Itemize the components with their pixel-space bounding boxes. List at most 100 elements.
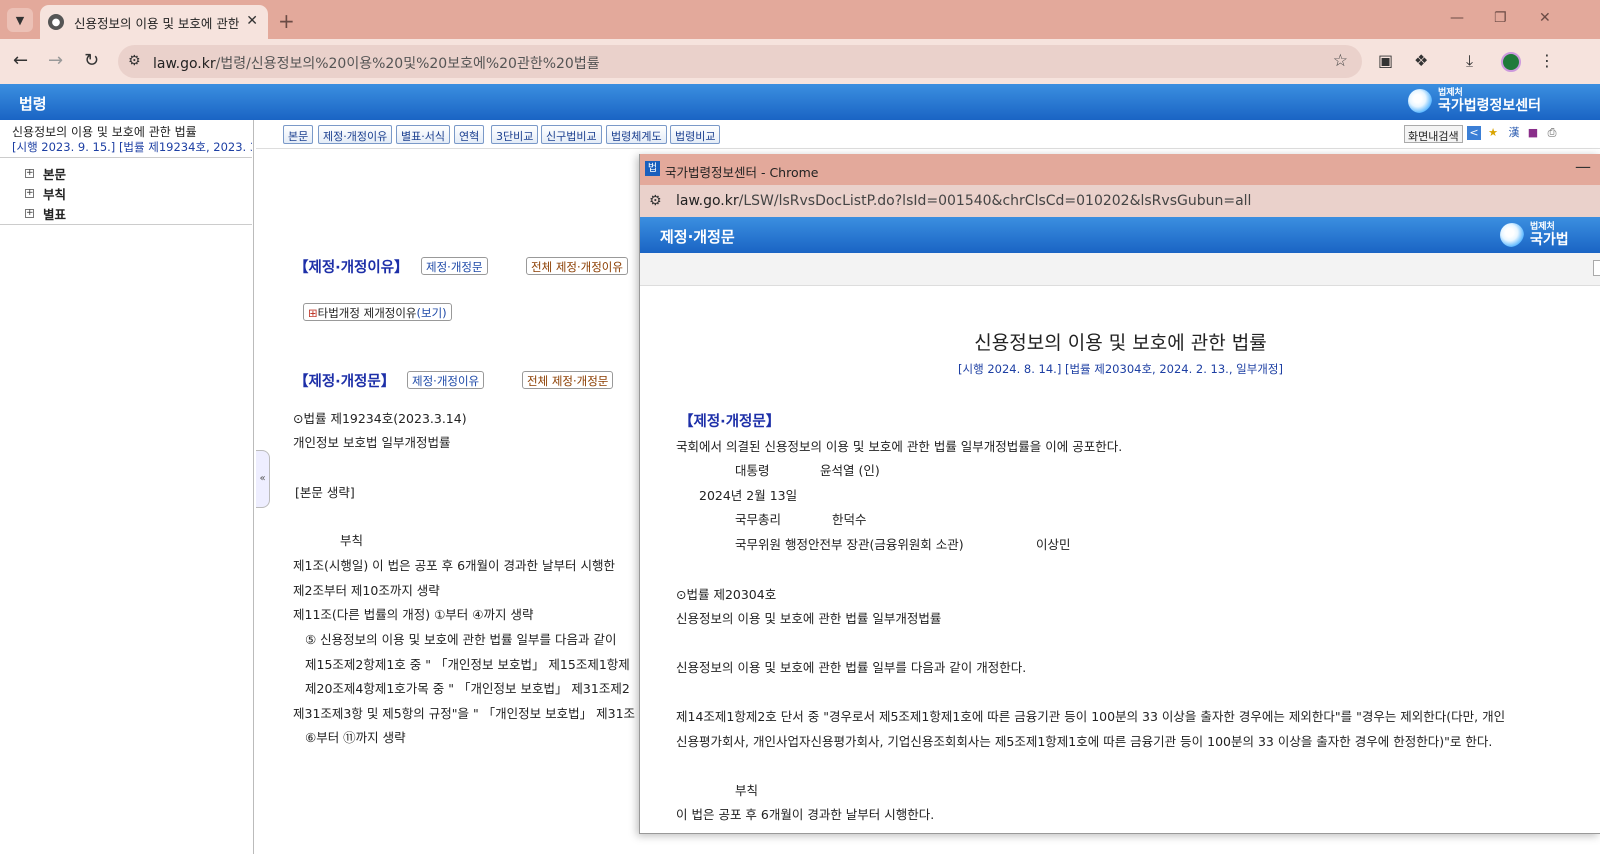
text-line: ⊙법률 제19234호(2023.3.14) <box>293 411 467 426</box>
browser-tab-bar: ▼ ● 신용정보의 이용 및 보호에 관한 ✕ + — ❐ ✕ <box>0 0 1600 39</box>
tab-search-button[interactable]: ▼ <box>7 8 33 32</box>
extensions-puzzle-icon[interactable]: ❖ <box>1414 51 1428 70</box>
restore-icon[interactable]: ❐ <box>1494 10 1507 26</box>
toolbar-reason-button[interactable]: 제정·개정이유 <box>318 125 393 144</box>
toolbar-old-new-compare-button[interactable]: 신구법비교 <box>541 125 602 144</box>
favorite-add-icon[interactable]: ★ <box>1486 126 1500 140</box>
text-line: 제15조제2항제1호 중 " 「개인정보 보호법」 제15조제1항제 <box>305 657 630 672</box>
address-bar[interactable]: ⚙ law.go.kr/법령/신용정보의%20이용%20및%20보호에%20관한… <box>118 45 1362 78</box>
tree-item-label: 별표 <box>43 207 67 222</box>
share-icon[interactable]: < <box>1467 126 1481 140</box>
download-icon[interactable]: ⤓ <box>1466 51 1473 71</box>
url-text[interactable]: law.go.kr/법령/신용정보의%20이용%20및%20보호에%20관한%2… <box>153 53 600 73</box>
text-line: ⑥부터 ⑪까지 생략 <box>305 730 406 745</box>
text-line: 제2조부터 제10조까지 생략 <box>293 583 440 598</box>
popup-search-button[interactable] <box>1593 260 1600 276</box>
all-texts-button[interactable]: 전체 제정·개정문 <box>522 371 614 389</box>
logo-swirl-icon <box>1408 89 1432 113</box>
print-icon[interactable]: ⎙ <box>1545 126 1559 140</box>
popup-url-text[interactable]: law.go.kr/LSW/lsRvsDocListP.do?lsId=0015… <box>676 193 1251 209</box>
site-header: 법령 법제처 국가법령정보센터 <box>0 84 1600 120</box>
screen-search-button[interactable]: 화면내검색 <box>1404 125 1463 143</box>
reload-icon[interactable]: ↻ <box>84 50 99 71</box>
law-title[interactable]: 신용정보의 이용 및 보호에 관한 법률 <box>12 123 197 140</box>
profile-extension-icon[interactable]: ▣ <box>1378 51 1393 70</box>
url-path: /LSW/lsRvsDocListP.do?lsId=001540&chrCls… <box>738 193 1252 209</box>
pm-label: 국무총리 <box>735 512 782 527</box>
forward-arrow-icon[interactable]: → <box>48 50 63 71</box>
close-tab-icon[interactable]: ✕ <box>246 13 258 29</box>
expand-icon[interactable]: + <box>25 169 34 178</box>
logo-big-text: 국가법 <box>1530 232 1569 248</box>
new-tab-icon[interactable]: + <box>278 9 295 33</box>
logo-big-text: 국가법령정보센터 <box>1438 98 1542 114</box>
amendment-text-area: ⊙법률 제19234호(2023.3.14) 개인정보 보호법 일부개정법률 [… <box>256 400 639 854</box>
profile-avatar[interactable] <box>1501 52 1521 72</box>
popup-site-logo[interactable]: 법제처 국가법 <box>1500 222 1569 248</box>
site-info-icon[interactable]: ⚙ <box>649 193 662 209</box>
url-path: /법령/신용정보의%20이용%20및%20보호에%20관한%20법률 <box>215 56 600 72</box>
site-section-title: 법령 <box>19 95 47 113</box>
browser-tab[interactable]: ● 신용정보의 이용 및 보호에 관한 ✕ <box>40 5 268 39</box>
minister-label: 국무위원 행정안전부 장관(금융위원회 소관) <box>735 537 964 552</box>
toolbar-structure-button[interactable]: 법령체계도 <box>606 125 667 144</box>
tree-item-label: 본문 <box>43 167 67 182</box>
hanja-icon[interactable]: 漢 <box>1507 126 1521 140</box>
text-line: 개인정보 보호법 일부개정법률 <box>293 435 451 450</box>
save-icon[interactable]: ■ <box>1526 126 1540 140</box>
text-line: [본문 생략] <box>295 485 355 500</box>
url-host: law.go.kr <box>676 193 739 209</box>
tree-item-body[interactable]: + 본문 <box>25 164 66 183</box>
text-to-reason-button[interactable]: 제정·개정이유 <box>407 371 485 389</box>
site-logo[interactable]: 법제처 국가법령정보센터 <box>1408 88 1541 114</box>
toolbar-body-button[interactable]: 본문 <box>283 125 314 144</box>
popup-site-header: 제정·개정문 법제처 국가법 <box>640 217 1600 253</box>
text-line: 제20조제4항제1호가목 중 " 「개인정보 보호법」 제31조제2 <box>305 681 630 696</box>
reason-to-text-button[interactable]: 제정·개정문 <box>421 257 488 275</box>
other-law-label: 타법개정 제개정이유 <box>317 306 417 320</box>
minimize-icon[interactable]: — <box>1450 10 1464 26</box>
toolbar-history-button[interactable]: 연혁 <box>454 125 485 144</box>
popup-window-title: 국가법령정보센터 - Chrome <box>665 165 819 180</box>
expand-icon[interactable]: + <box>25 189 34 198</box>
law-name: 신용정보의 이용 및 보호에 관한 법률 일부개정법률 <box>676 611 942 626</box>
url-host: law.go.kr <box>153 56 216 72</box>
toolbar-law-compare-button[interactable]: 법령비교 <box>670 125 721 144</box>
promulgation-text: 국회에서 의결된 신용정보의 이용 및 보호에 관한 법률 일부개정법률을 이에… <box>676 439 1123 454</box>
site-info-icon[interactable]: ⚙ <box>128 53 141 69</box>
tree-item-supplementary[interactable]: + 부칙 <box>25 184 66 203</box>
tree-item-appendix[interactable]: + 별표 <box>25 204 66 223</box>
site-favicon-icon: ● <box>48 14 64 30</box>
popup-toolbar <box>640 253 1600 286</box>
popup-address-bar[interactable]: ⚙ law.go.kr/LSW/lsRvsDocListP.do?lsId=00… <box>640 185 1600 217</box>
all-reasons-button[interactable]: 전체 제정·개정이유 <box>526 257 628 275</box>
close-window-icon[interactable]: ✕ <box>1539 10 1551 26</box>
text-line: ⑤ 신용정보의 이용 및 보호에 관한 법률 일부를 다음과 같이 <box>305 632 617 647</box>
law-number: ⊙법률 제20304호 <box>676 587 777 602</box>
popup-window: 법 국가법령정보센터 - Chrome — ⚙ law.go.kr/LSW/ls… <box>639 154 1600 834</box>
logo-swirl-icon <box>1500 223 1524 247</box>
popup-minimize-icon[interactable]: — <box>1575 157 1591 176</box>
text-line: 부칙 <box>340 533 364 548</box>
popup-title-bar[interactable]: 법 국가법령정보센터 - Chrome — <box>640 154 1600 185</box>
expand-icon[interactable]: + <box>25 209 34 218</box>
amend-line-2: 신용평가회사, 개인사업자신용평가회사, 기업신용조회회사는 제5조제1항제1호… <box>676 734 1493 749</box>
view-link[interactable]: (보기) <box>417 306 447 320</box>
chrome-menu-icon[interactable]: ⋮ <box>1539 51 1555 70</box>
bookmark-star-icon[interactable]: ☆ <box>1333 51 1348 71</box>
text-line: 제11조(다른 법률의 개정) ①부터 ④까지 생략 <box>293 607 534 622</box>
toolbar-3way-compare-button[interactable]: 3단비교 <box>491 125 539 144</box>
supplementary-text: 이 법은 공포 후 6개월이 경과한 날부터 시행한다. <box>676 807 935 822</box>
popup-site-title: 제정·개정문 <box>660 228 735 246</box>
back-arrow-icon[interactable]: ← <box>13 50 28 71</box>
pm-name: 한덕수 <box>832 512 867 527</box>
text-line: 제31조제3항 및 제5항의 규정"을 " 「개인정보 보호법」 제31조 <box>293 706 636 721</box>
minister-name: 이상민 <box>1036 537 1071 552</box>
other-law-reason-button[interactable]: ⊞타법개정 제개정이유(보기) <box>303 303 452 321</box>
amend-intro: 신용정보의 이용 및 보호에 관한 법률 일부를 다음과 같이 개정한다. <box>676 660 1027 675</box>
logo-small-text: 법제처 <box>1438 88 1463 98</box>
popup-law-title: 신용정보의 이용 및 보호에 관한 법률 <box>974 332 1267 354</box>
plus-box-icon: ⊞ <box>308 306 318 320</box>
text-heading: 【제정·개정문】 <box>294 374 396 390</box>
toolbar-forms-button[interactable]: 별표·서식 <box>396 125 450 144</box>
